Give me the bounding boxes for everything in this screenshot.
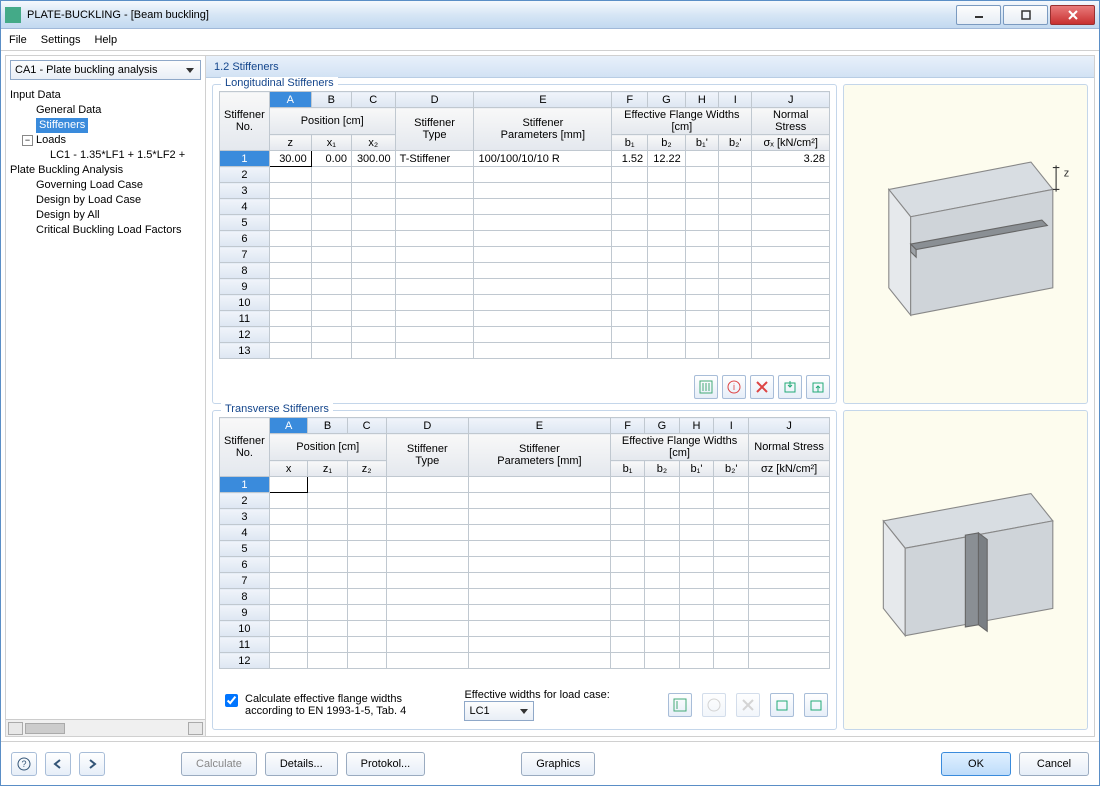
close-button[interactable] <box>1050 5 1095 25</box>
preview-longitudinal: z <box>843 84 1088 404</box>
calc-efw-checkbox[interactable]: Calculate effective flange widths accord… <box>221 693 406 717</box>
titlebar: PLATE-BUCKLING - [Beam buckling] <box>1 1 1099 29</box>
longitudinal-group: Longitudinal Stiffeners Stiffener No.ABC… <box>212 84 837 404</box>
scroll-left-icon[interactable] <box>8 722 23 735</box>
info-button[interactable]: i <box>722 375 746 399</box>
calculate-button[interactable]: Calculate <box>181 752 257 776</box>
tree-input-data[interactable]: Input Data <box>8 88 203 103</box>
import-icon <box>783 380 797 394</box>
efw-loadcase-combo[interactable]: LC1 <box>464 701 534 721</box>
tree-design-lc[interactable]: Design by Load Case <box>8 193 203 208</box>
export-button-2[interactable] <box>804 693 828 717</box>
export-icon <box>809 698 823 712</box>
next-icon <box>85 757 99 771</box>
info-button-2 <box>702 693 726 717</box>
sidebar: CA1 - Plate buckling analysis Input Data… <box>6 56 206 736</box>
transverse-group: Transverse Stiffeners Stiffener No.ABCDE… <box>212 410 837 730</box>
longitudinal-legend: Longitudinal Stiffeners <box>221 77 338 89</box>
calc-efw-label: Calculate effective flange widths accord… <box>245 693 406 717</box>
info-icon <box>707 698 721 712</box>
info-icon: i <box>727 380 741 394</box>
library-icon <box>673 698 687 712</box>
transverse-legend: Transverse Stiffeners <box>221 403 333 415</box>
main: 1.2 Stiffeners Longitudinal Stiffeners S… <box>206 56 1094 736</box>
prev-icon <box>51 757 65 771</box>
tree-stiffeners[interactable]: Stiffeners <box>8 118 203 133</box>
body: CA1 - Plate buckling analysis Input Data… <box>5 55 1095 737</box>
help-button[interactable]: ? <box>11 752 37 776</box>
footer: ? Calculate Details... Protokol... Graph… <box>1 741 1099 785</box>
app-icon <box>5 7 21 23</box>
prev-button[interactable] <box>45 752 71 776</box>
tree-loads[interactable]: −Loads <box>8 133 203 148</box>
library-button[interactable] <box>694 375 718 399</box>
content: Longitudinal Stiffeners Stiffener No.ABC… <box>206 78 1094 736</box>
scroll-thumb[interactable] <box>25 723 65 734</box>
library-icon <box>699 380 713 394</box>
case-combo[interactable]: CA1 - Plate buckling analysis <box>10 60 201 80</box>
case-combo-value: CA1 - Plate buckling analysis <box>15 64 157 76</box>
maximize-button[interactable] <box>1003 5 1048 25</box>
nav-tree: Input Data General Data Stiffeners −Load… <box>6 84 205 719</box>
tree-pba[interactable]: Plate Buckling Analysis <box>8 163 203 178</box>
tree-design-all[interactable]: Design by All <box>8 208 203 223</box>
import-icon <box>775 698 789 712</box>
calc-efw-input[interactable] <box>225 694 238 707</box>
tree-general-data[interactable]: General Data <box>8 103 203 118</box>
collapse-icon[interactable]: − <box>22 135 33 146</box>
graphics-button[interactable]: Graphics <box>521 752 595 776</box>
tree-critical[interactable]: Critical Buckling Load Factors <box>8 223 203 238</box>
menu-file[interactable]: File <box>9 34 27 46</box>
svg-text:i: i <box>733 382 735 392</box>
dim-z-label: z <box>1064 167 1069 179</box>
delete-icon <box>755 380 769 394</box>
import-button-2[interactable] <box>770 693 794 717</box>
svg-text:?: ? <box>21 759 26 769</box>
details-button[interactable]: Details... <box>265 752 338 776</box>
export-button[interactable] <box>806 375 830 399</box>
delete-row-button-2 <box>736 693 760 717</box>
scroll-right-icon[interactable] <box>188 722 203 735</box>
tree-lc1[interactable]: LC1 - 1.35*LF1 + 1.5*LF2 + <box>8 148 203 163</box>
transverse-table[interactable]: Stiffener No.ABCDEFGHIJPosition [cm]Stif… <box>219 417 830 669</box>
import-button[interactable] <box>778 375 802 399</box>
longitudinal-table[interactable]: Stiffener No.ABCDEFGHIJPosition [cm]Stif… <box>219 91 830 359</box>
window: PLATE-BUCKLING - [Beam buckling] File Se… <box>0 0 1100 786</box>
protokol-button[interactable]: Protokol... <box>346 752 426 776</box>
help-icon: ? <box>17 757 31 771</box>
page-title: 1.2 Stiffeners <box>206 56 1094 78</box>
library-button-2[interactable] <box>668 693 692 717</box>
window-title: PLATE-BUCKLING - [Beam buckling] <box>27 9 954 21</box>
sidebar-hscroll[interactable] <box>6 719 205 736</box>
minimize-button[interactable] <box>956 5 1001 25</box>
menu-settings[interactable]: Settings <box>41 34 81 46</box>
menubar: File Settings Help <box>1 29 1099 51</box>
cancel-button[interactable]: Cancel <box>1019 752 1089 776</box>
ok-button[interactable]: OK <box>941 752 1011 776</box>
efw-loadcase-value: LC1 <box>469 705 489 717</box>
tree-governing[interactable]: Governing Load Case <box>8 178 203 193</box>
export-icon <box>811 380 825 394</box>
preview-transverse <box>843 410 1088 730</box>
efw-loadcase-label: Effective widths for load case: <box>464 689 609 701</box>
delete-row-button[interactable] <box>750 375 774 399</box>
next-button[interactable] <box>79 752 105 776</box>
delete-icon <box>741 698 755 712</box>
menu-help[interactable]: Help <box>94 34 117 46</box>
